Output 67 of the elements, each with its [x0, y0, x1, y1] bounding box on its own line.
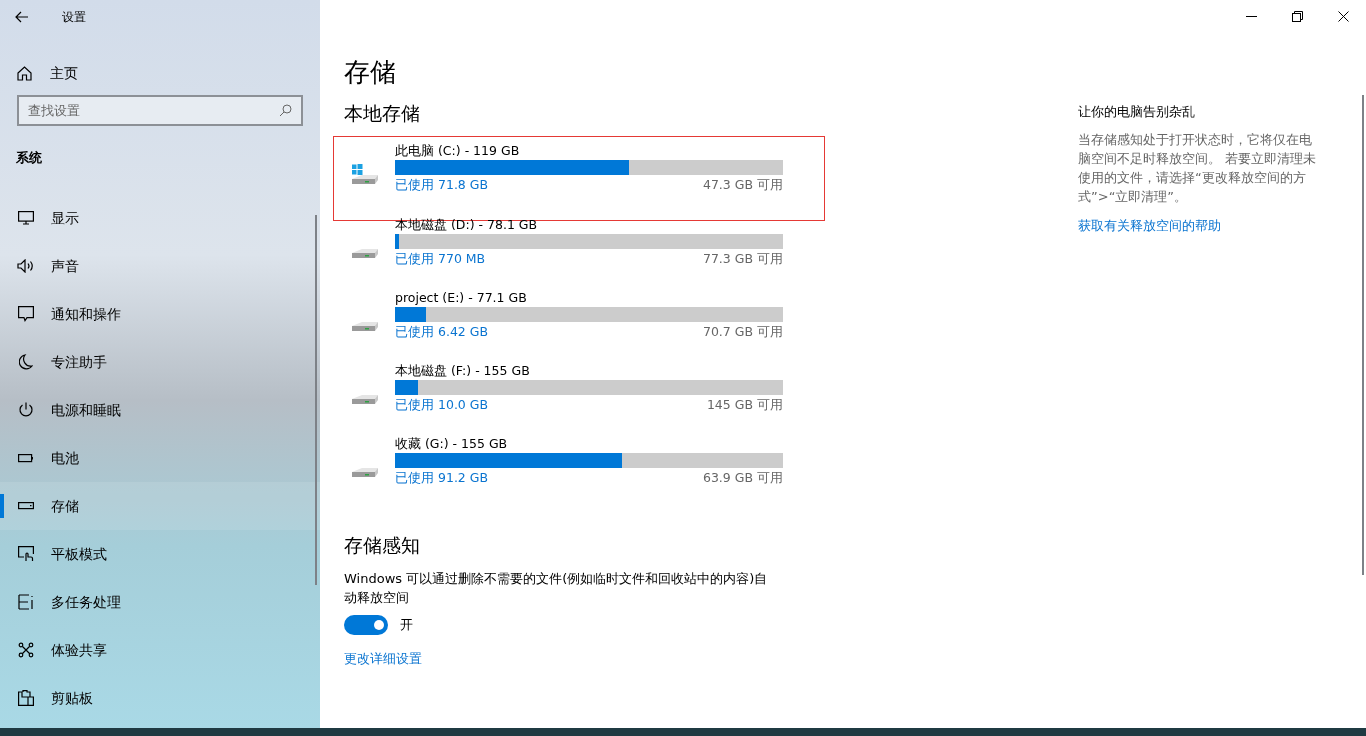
- home-item[interactable]: 主页: [0, 57, 320, 89]
- page-title: 存储: [344, 56, 397, 89]
- drive-icon: [352, 395, 378, 404]
- scrollbar[interactable]: [315, 215, 317, 585]
- restore-icon: [1291, 10, 1303, 22]
- used-space: 已使用 770 MB: [395, 250, 486, 268]
- message-icon: [18, 306, 34, 322]
- close-icon: [1337, 10, 1349, 22]
- drive-icon: [352, 468, 378, 477]
- used-space: 已使用 91.2 GB: [395, 469, 489, 487]
- toggle-switch[interactable]: [344, 615, 388, 635]
- search-input[interactable]: 查找设置: [28, 100, 279, 121]
- section-heading: 存储感知: [344, 533, 421, 558]
- multitask-icon: [18, 594, 34, 610]
- sidebar-item[interactable]: 声音: [0, 242, 320, 290]
- sidebar-item[interactable]: 显示: [0, 194, 320, 242]
- drive-item[interactable]: 收藏 (G:) - 155 GB 已使用 91.2 GB 63.9 GB 可用: [333, 428, 825, 501]
- used-space: 已使用 71.8 GB: [395, 176, 489, 194]
- aside-text: 当存储感知处于打开状态时，它将仅在电脑空间不足时释放空间。 若要立即清理未使用的文件，请选择“更改释放空间的方式”>“立即清理”。: [1078, 131, 1318, 206]
- toggle-label: 开: [400, 616, 413, 635]
- sidebar-item[interactable]: 电源和睡眠: [0, 386, 320, 434]
- drive-name: 本地磁盘 (F:) - 155 GB: [395, 362, 531, 380]
- sidebar-item[interactable]: 多任务处理: [0, 578, 320, 626]
- home-icon: [17, 65, 32, 81]
- free-space: 47.3 GB 可用: [702, 176, 783, 194]
- tablet-icon: [18, 546, 34, 562]
- sidebar-item[interactable]: 体验共享: [0, 626, 320, 674]
- window-title: 设置: [62, 8, 86, 26]
- help-link[interactable]: 获取有关释放空间的帮助: [1078, 216, 1221, 236]
- description: Windows 可以通过删除不需要的文件(例如临时文件和回收站中的内容)自动释放空间: [344, 570, 769, 607]
- drive-icon: [352, 249, 378, 258]
- drive-item[interactable]: 本地磁盘 (F:) - 155 GB 已使用 10.0 GB 145 GB 可用: [333, 355, 825, 428]
- free-space: 77.3 GB 可用: [702, 250, 783, 268]
- drive-name: project (E:) - 77.1 GB: [395, 289, 528, 307]
- sidebar-item[interactable]: 剪贴板: [0, 674, 320, 722]
- storage-icon: [18, 502, 34, 510]
- share-icon: [18, 642, 34, 658]
- drive-name: 收藏 (G:) - 155 GB: [395, 435, 509, 453]
- used-space: 已使用 10.0 GB: [395, 396, 489, 414]
- battery-icon: [18, 453, 34, 463]
- sidebar-item[interactable]: 通知和操作: [0, 290, 320, 338]
- sidebar-item[interactable]: 平板模式: [0, 530, 320, 578]
- settings-link[interactable]: 更改详细设置: [344, 649, 422, 669]
- sidebar-item[interactable]: 存储: [0, 482, 320, 530]
- drive-name: 此电脑 (C:) - 119 GB: [395, 142, 521, 160]
- free-space: 145 GB 可用: [706, 396, 783, 414]
- drive-icon: [352, 322, 378, 331]
- clipboard-icon: [18, 690, 34, 706]
- free-space: 70.7 GB 可用: [702, 323, 783, 341]
- back-arrow-icon: [15, 10, 29, 23]
- scrollbar[interactable]: [1362, 95, 1364, 575]
- used-space: 已使用 6.42 GB: [395, 323, 489, 341]
- monitor-icon: [18, 211, 34, 225]
- speaker-icon: [17, 259, 35, 273]
- free-space: 63.9 GB 可用: [702, 469, 783, 487]
- aside-title: 让你的电脑告别杂乱: [1078, 103, 1196, 121]
- moon-icon: [19, 354, 33, 370]
- search-icon: [279, 104, 292, 117]
- section-heading: 本地存储: [344, 101, 421, 126]
- section-heading: 系统: [16, 149, 43, 166]
- search-field[interactable]: 查找设置: [17, 95, 303, 126]
- minimize-icon: [1245, 15, 1257, 17]
- drive-icon: [352, 175, 378, 184]
- sidebar-item[interactable]: 电池: [0, 434, 320, 482]
- sidebar-item[interactable]: 专注助手: [0, 338, 320, 386]
- drive-item[interactable]: project (E:) - 77.1 GB 已使用 6.42 GB 70.7 GB 可用: [333, 282, 825, 355]
- power-icon: [18, 402, 34, 418]
